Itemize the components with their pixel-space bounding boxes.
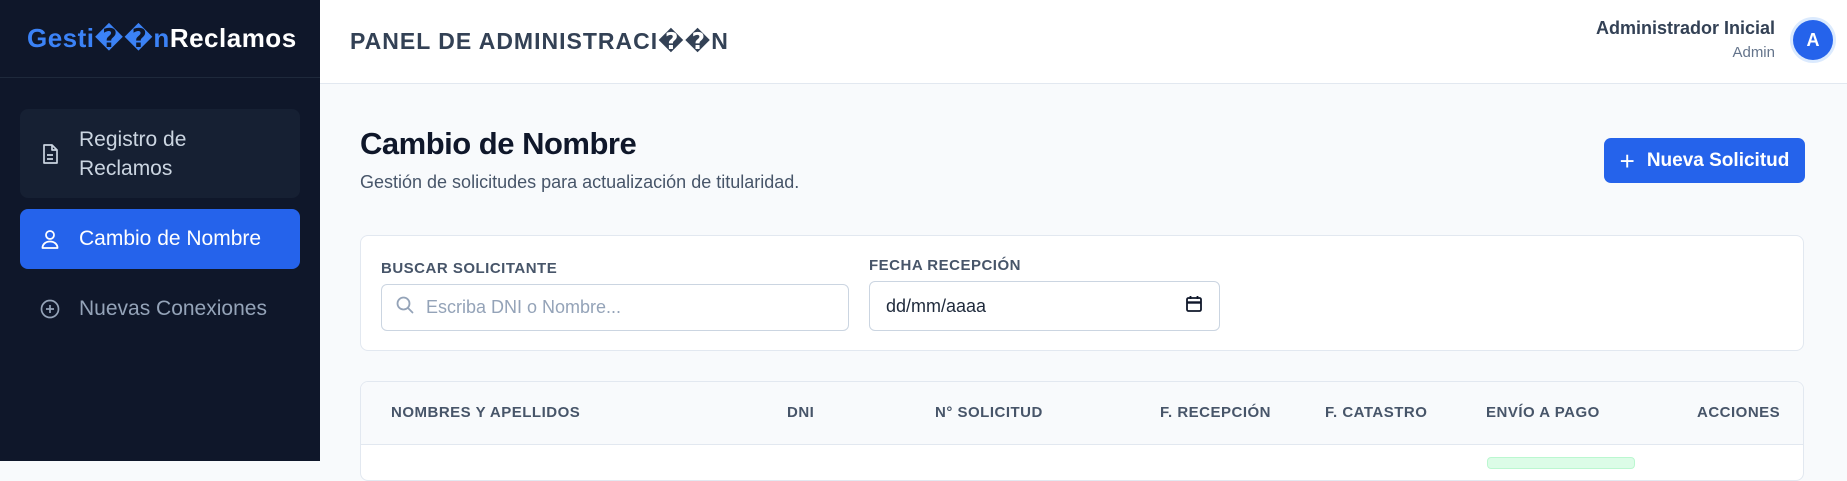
- sidebar-item-label: Nuevas Conexiones: [79, 297, 267, 320]
- requests-table: NOMBRES Y APELLIDOS DNI N° SOLICITUD F. …: [360, 381, 1804, 481]
- sidebar-item-label: Cambio de Nombre: [79, 227, 262, 250]
- search-input[interactable]: [424, 296, 828, 319]
- page-title: Cambio de Nombre: [360, 126, 637, 161]
- panel-title: PANEL DE ADMINISTRACI��N: [350, 28, 729, 54]
- user-name: Administrador Inicial: [1595, 18, 1775, 38]
- plus-icon: +: [1619, 145, 1635, 176]
- top-header: PANEL DE ADMINISTRACI��N Administrador I…: [320, 0, 1847, 84]
- user-role: Admin: [1732, 44, 1775, 61]
- column-header-nombres: NOMBRES Y APELLIDOS: [391, 404, 581, 421]
- column-header-catastro: F. CATASTRO: [1325, 404, 1428, 421]
- filter-card: BUSCAR SOLICITANTE FECHA RECEPCIÓN dd/mm…: [360, 235, 1804, 351]
- status-badge: [1487, 457, 1635, 469]
- brand-logo[interactable]: Gesti��n Reclamos: [0, 0, 320, 78]
- brand-part-1: Gesti��n: [27, 23, 170, 53]
- sidebar-item-label: Registro de Reclamos: [79, 127, 187, 180]
- column-header-envio-pago: ENVÍO A PAGO: [1486, 404, 1600, 421]
- table-header: NOMBRES Y APELLIDOS DNI N° SOLICITUD F. …: [361, 382, 1803, 445]
- date-label: FECHA RECEPCIÓN: [869, 257, 1021, 274]
- new-request-button[interactable]: + Nueva Solicitud: [1604, 138, 1805, 183]
- date-input[interactable]: dd/mm/aaaa: [869, 281, 1220, 331]
- search-field[interactable]: [381, 284, 849, 331]
- sidebar: Gesti��n Reclamos Registro de Reclamos Ca…: [0, 0, 320, 461]
- plus-circle-icon: [40, 299, 60, 319]
- column-header-acciones: ACCIONES: [1697, 404, 1781, 421]
- user-icon: [40, 229, 60, 249]
- document-icon: [40, 143, 60, 164]
- column-header-dni: DNI: [787, 404, 815, 421]
- sidebar-item-registro-reclamos[interactable]: Registro de Reclamos: [20, 109, 300, 198]
- avatar[interactable]: A: [1793, 20, 1833, 60]
- date-value: dd/mm/aaaa: [886, 295, 987, 316]
- brand-part-2: Reclamos: [169, 23, 297, 53]
- search-icon: [396, 296, 414, 319]
- sidebar-item-nuevas-conexiones[interactable]: Nuevas Conexiones: [20, 279, 300, 339]
- column-header-solicitud: N° SOLICITUD: [935, 404, 1043, 421]
- search-label: BUSCAR SOLICITANTE: [381, 260, 558, 277]
- sidebar-item-cambio-nombre[interactable]: Cambio de Nombre: [20, 209, 300, 269]
- page-subtitle: Gestión de solicitudes para actualizació…: [360, 172, 800, 192]
- column-header-recepcion: F. RECEPCIÓN: [1160, 404, 1272, 421]
- new-request-label: Nueva Solicitud: [1646, 149, 1790, 171]
- calendar-icon[interactable]: [1185, 295, 1203, 318]
